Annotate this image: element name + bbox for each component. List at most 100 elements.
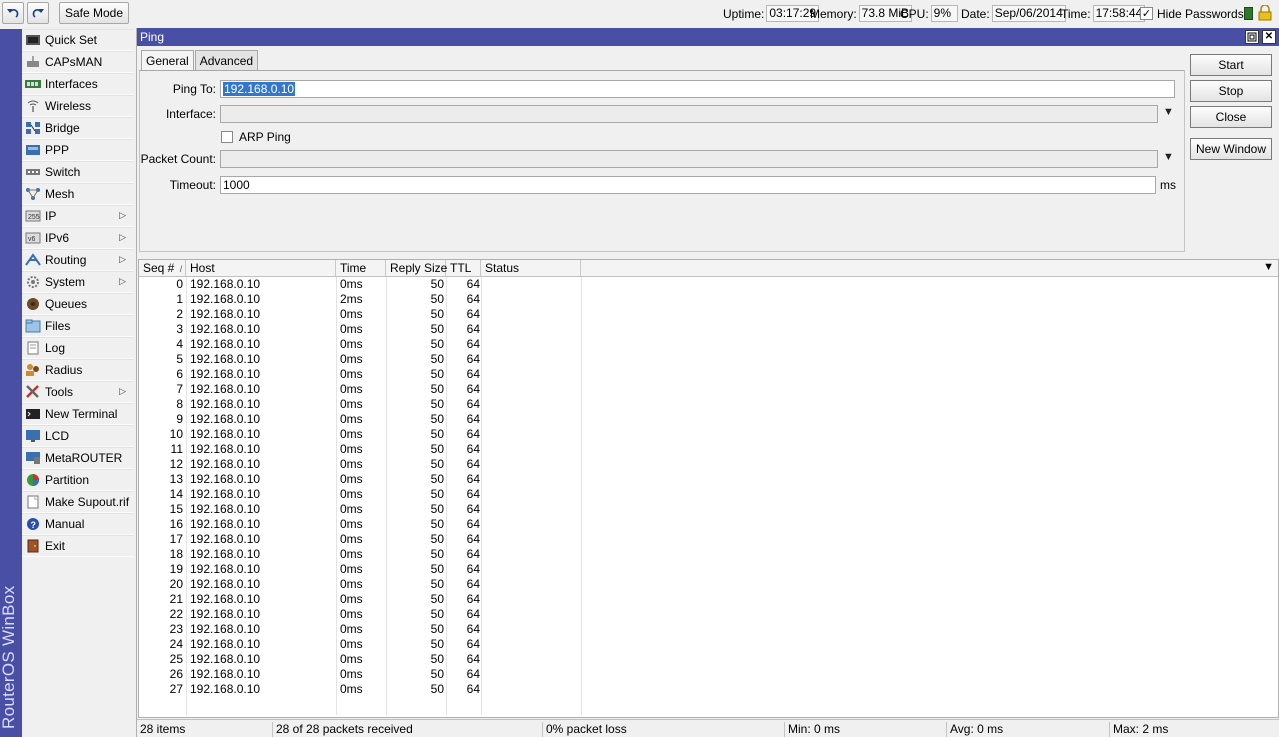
new-window-button[interactable]: New Window — [1190, 138, 1272, 160]
sidebar-item-wireless[interactable]: Wireless — [22, 95, 134, 117]
sidebar-item-metarouter[interactable]: MetaROUTER — [22, 447, 134, 469]
sidebar-item-log[interactable]: Log — [22, 337, 134, 359]
close-button[interactable]: Close — [1190, 106, 1272, 128]
sidebar-item-files[interactable]: Files — [22, 315, 134, 337]
ping-window: Ping ✕ General Advanced Ping To: 192.168… — [136, 28, 1279, 737]
table-row[interactable]: 18 192.168.0.10 0ms 50 64 — [139, 547, 1278, 562]
sidebar-item-system[interactable]: System ▷ — [22, 271, 134, 293]
column-header-host[interactable]: Host — [186, 260, 336, 276]
column-chooser-dropdown-icon[interactable]: ▼ — [1263, 261, 1274, 273]
table-row[interactable]: 0 192.168.0.10 0ms 50 64 — [139, 277, 1278, 292]
sidebar-item-tools[interactable]: Tools ▷ — [22, 381, 134, 403]
sidebar-item-radius[interactable]: Radius — [22, 359, 134, 381]
redo-button[interactable] — [27, 2, 49, 24]
table-row[interactable]: 7 192.168.0.10 0ms 50 64 — [139, 382, 1278, 397]
sidebar-item-mesh[interactable]: Mesh — [22, 183, 134, 205]
table-row[interactable]: 4 192.168.0.10 0ms 50 64 — [139, 337, 1278, 352]
timeout-input[interactable]: 1000 — [220, 176, 1156, 194]
cell-status — [485, 637, 575, 652]
cell-host: 192.168.0.10 — [190, 532, 261, 546]
cell-ttl: 64 — [466, 337, 480, 351]
start-button[interactable]: Start — [1190, 54, 1272, 76]
sidebar-item-interfaces[interactable]: Interfaces — [22, 73, 134, 95]
close-window-button[interactable]: ✕ — [1262, 30, 1276, 44]
column-header-status[interactable]: Status — [481, 260, 581, 276]
arp-ping-checkbox[interactable] — [221, 131, 233, 143]
table-row[interactable]: 8 192.168.0.10 0ms 50 64 — [139, 397, 1278, 412]
table-row[interactable]: 3 192.168.0.10 0ms 50 64 — [139, 322, 1278, 337]
table-row[interactable]: 20 192.168.0.10 0ms 50 64 — [139, 577, 1278, 592]
cell-time: 0ms — [340, 682, 363, 696]
cell-ttl: 64 — [466, 562, 480, 576]
start-label: Start — [1218, 58, 1244, 72]
sidebar-item-quick-set[interactable]: Quick Set — [22, 29, 134, 51]
column-header-seq[interactable]: Seq # / — [139, 260, 186, 276]
table-row[interactable]: 19 192.168.0.10 0ms 50 64 — [139, 562, 1278, 577]
table-row[interactable]: 21 192.168.0.10 0ms 50 64 — [139, 592, 1278, 607]
table-row[interactable]: 2 192.168.0.10 0ms 50 64 — [139, 307, 1278, 322]
sidebar-item-capsman[interactable]: CAPsMAN — [22, 51, 134, 73]
table-row[interactable]: 24 192.168.0.10 0ms 50 64 — [139, 637, 1278, 652]
undo-button[interactable] — [2, 2, 24, 24]
column-header-ttl[interactable]: TTL — [446, 260, 481, 276]
table-row[interactable]: 6 192.168.0.10 0ms 50 64 — [139, 367, 1278, 382]
table-row[interactable]: 5 192.168.0.10 0ms 50 64 — [139, 352, 1278, 367]
sidebar-item-ppp[interactable]: PPP — [22, 139, 134, 161]
stop-button[interactable]: Stop — [1190, 80, 1272, 102]
sidebar-item-manual[interactable]: ? Manual — [22, 513, 134, 535]
table-row[interactable]: 25 192.168.0.10 0ms 50 64 — [139, 652, 1278, 667]
tab-general[interactable]: General — [141, 50, 194, 71]
cell-host: 192.168.0.10 — [190, 592, 261, 606]
table-row[interactable]: 15 192.168.0.10 0ms 50 64 — [139, 502, 1278, 517]
window-titlebar[interactable]: Ping ✕ — [137, 28, 1279, 46]
table-row[interactable]: 14 192.168.0.10 0ms 50 64 — [139, 487, 1278, 502]
sidebar-item-queues[interactable]: Queues — [22, 293, 134, 315]
metarouter-icon — [25, 451, 41, 465]
table-row[interactable]: 10 192.168.0.10 0ms 50 64 — [139, 427, 1278, 442]
sidebar-item-make-supout-rif[interactable]: Make Supout.rif — [22, 491, 134, 513]
sidebar-item-switch[interactable]: Switch — [22, 161, 134, 183]
table-row[interactable]: 17 192.168.0.10 0ms 50 64 — [139, 532, 1278, 547]
sidebar-item-lcd[interactable]: LCD — [22, 425, 134, 447]
ping-to-input[interactable]: 192.168.0.10 — [220, 80, 1175, 98]
cell-ttl: 64 — [466, 277, 480, 291]
table-row[interactable]: 26 192.168.0.10 0ms 50 64 — [139, 667, 1278, 682]
sidebar-item-label: IP — [45, 209, 57, 223]
interface-dropdown-icon[interactable]: ▼ — [1163, 106, 1174, 118]
arp-ping-row[interactable]: ARP Ping — [221, 128, 291, 146]
svg-text:255: 255 — [28, 214, 40, 221]
safe-mode-button[interactable]: Safe Mode — [59, 2, 129, 24]
table-row[interactable]: 22 192.168.0.10 0ms 50 64 — [139, 607, 1278, 622]
hide-passwords-checkbox[interactable]: ✓ — [1140, 7, 1153, 20]
interface-select[interactable] — [220, 105, 1158, 123]
sidebar-item-label: New Terminal — [45, 407, 118, 421]
column-header-time[interactable]: Time — [336, 260, 386, 276]
table-row[interactable]: 16 192.168.0.10 0ms 50 64 — [139, 517, 1278, 532]
column-header-reply-size[interactable]: Reply Size — [386, 260, 447, 276]
sidebar-item-ipv6[interactable]: v6 IPv6 ▷ — [22, 227, 134, 249]
sidebar-item-exit[interactable]: Exit — [22, 535, 134, 557]
table-row[interactable]: 27 192.168.0.10 0ms 50 64 — [139, 682, 1278, 697]
hide-passwords-toggle[interactable]: ✓ Hide Passwords — [1140, 5, 1244, 22]
ipv6-icon: v6 — [25, 231, 41, 245]
maximize-button[interactable] — [1245, 30, 1259, 44]
sidebar-item-routing[interactable]: Routing ▷ — [22, 249, 134, 271]
packet-count-input[interactable] — [220, 150, 1158, 168]
table-row[interactable]: 9 192.168.0.10 0ms 50 64 — [139, 412, 1278, 427]
sidebar-item-label: Bridge — [45, 121, 80, 135]
exit-icon — [25, 539, 41, 553]
table-row[interactable]: 13 192.168.0.10 0ms 50 64 — [139, 472, 1278, 487]
cell-host: 192.168.0.10 — [190, 397, 261, 411]
table-row[interactable]: 11 192.168.0.10 0ms 50 64 — [139, 442, 1278, 457]
sidebar-item-partition[interactable]: Partition — [22, 469, 134, 491]
packet-count-dropdown-icon[interactable]: ▼ — [1163, 151, 1174, 163]
table-row[interactable]: 12 192.168.0.10 0ms 50 64 — [139, 457, 1278, 472]
table-row[interactable]: 23 192.168.0.10 0ms 50 64 — [139, 622, 1278, 637]
tab-advanced[interactable]: Advanced — [194, 50, 259, 70]
table-row[interactable]: 1 192.168.0.10 2ms 50 64 — [139, 292, 1278, 307]
sidebar-item-new-terminal[interactable]: New Terminal — [22, 403, 134, 425]
sidebar-item-ip[interactable]: 255 IP ▷ — [22, 205, 134, 227]
status-avg: Avg: 0 ms — [946, 722, 1109, 737]
cell-size: 50 — [430, 607, 444, 621]
sidebar-item-bridge[interactable]: Bridge — [22, 117, 134, 139]
